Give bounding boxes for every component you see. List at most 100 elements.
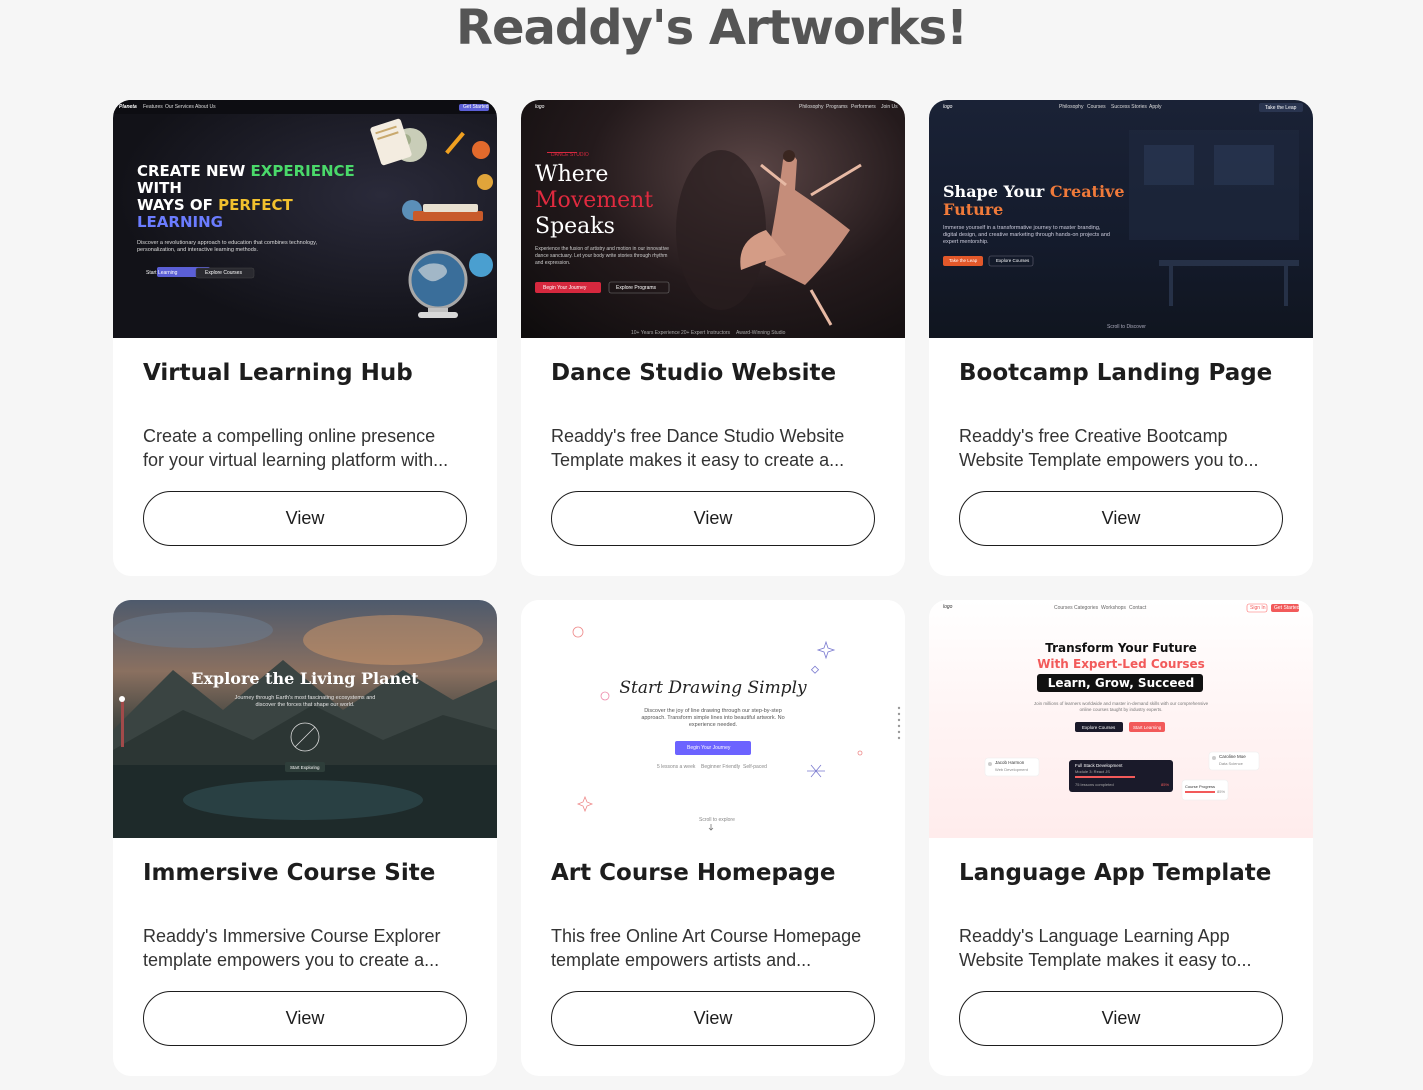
card-thumbnail[interactable]: Planeta Features Our Services About Us G… bbox=[113, 100, 497, 338]
card-description: Readdy's Language Learning App Website T… bbox=[959, 926, 1252, 970]
thumb-headline: Transform Your Future bbox=[1045, 641, 1197, 655]
thumb-card-role: Data Science bbox=[1219, 761, 1243, 766]
card-title: Art Course Homepage bbox=[551, 860, 836, 886]
thumb-headline: Start Drawing Simply bbox=[619, 678, 807, 698]
card-description: Readdy's Immersive Course Explorer templ… bbox=[143, 926, 441, 970]
thumb-btn-secondary: Explore Programs bbox=[616, 285, 657, 291]
thumb-headline: Shape Your Creative Future bbox=[943, 182, 1125, 219]
thumb-course-pct: 85% bbox=[1161, 782, 1170, 787]
thumb-btn-primary: Explore Courses bbox=[1082, 725, 1116, 730]
thumb-nav-item: Philosophy bbox=[799, 104, 824, 110]
artwork-card-bootcamp-landing-page: logo Philosophy Courses Success Stories … bbox=[929, 100, 1313, 576]
thumbnail-illustration bbox=[113, 612, 497, 838]
thumb-headline: CREATE NEW EXPERIENCE WITH WAYS OF PERFE… bbox=[137, 162, 355, 231]
page-title: Readdy's Artworks! bbox=[455, 0, 968, 56]
view-button[interactable]: View bbox=[551, 491, 875, 546]
thumb-nav-item: Contact bbox=[1129, 605, 1147, 611]
thumb-btn-primary: Take the Leap bbox=[949, 258, 978, 263]
thumb-nav-item: Programs bbox=[826, 104, 848, 110]
card-description: This free Online Art Course Homepage tem… bbox=[551, 926, 862, 970]
view-button[interactable]: View bbox=[551, 991, 875, 1046]
thumb-subtext: Journey through Earth's most fascinating… bbox=[234, 695, 376, 708]
thumb-btn-secondary: Explore Courses bbox=[205, 270, 242, 276]
card-title: Language App Template bbox=[959, 860, 1272, 886]
thumb-nav-item: Philosophy bbox=[1059, 104, 1084, 110]
view-button[interactable]: View bbox=[143, 991, 467, 1046]
thumb-course-sub: Module 3: React JS bbox=[1075, 769, 1110, 774]
thumb-nav-item: About Us bbox=[195, 104, 216, 110]
thumb-btn-secondary: Explore Courses bbox=[996, 258, 1030, 263]
artwork-card-virtual-learning-hub: Planeta Features Our Services About Us G… bbox=[113, 100, 497, 576]
thumb-cta: Get Started bbox=[1274, 605, 1300, 611]
thumb-stat: 10+ Years Experience bbox=[631, 330, 680, 336]
thumb-nav-item: Workshops bbox=[1101, 605, 1126, 611]
thumb-card-name: Jacob Harmon bbox=[995, 760, 1025, 765]
card-title: Bootcamp Landing Page bbox=[959, 360, 1273, 386]
thumb-card-role: Web Development bbox=[995, 767, 1028, 772]
thumb-kicker: DANCE STUDIO bbox=[551, 152, 589, 158]
thumb-feature: Beginner Friendly bbox=[701, 764, 741, 770]
card-thumbnail[interactable]: Explore the Living Planet Journey throug… bbox=[113, 600, 497, 838]
thumb-subtext: Discover the joy of line drawing through… bbox=[641, 708, 785, 728]
thumb-subtext: Join millions of learners worldwide and … bbox=[1033, 701, 1209, 712]
thumb-headline: Where Movement Speaks bbox=[535, 162, 654, 239]
thumb-subtext: Experience the fusion of artistry and mo… bbox=[535, 246, 669, 266]
thumb-logo: Planeta bbox=[119, 104, 137, 110]
artwork-grid: Planeta Features Our Services About Us G… bbox=[113, 100, 1313, 1076]
card-title: Virtual Learning Hub bbox=[143, 360, 413, 386]
thumb-logo: logo bbox=[943, 104, 953, 110]
thumb-btn: Start Exploring bbox=[290, 765, 320, 770]
thumb-headline-badge: Learn, Grow, Succeed bbox=[1047, 676, 1195, 690]
artwork-card-art-course-homepage: Start Drawing Simply Discover the joy of… bbox=[521, 600, 905, 1076]
thumb-scroll-hint: Scroll to Discover bbox=[1107, 324, 1146, 330]
thumb-subtext: Immerse yourself in a transformative jou… bbox=[943, 225, 1110, 245]
card-thumbnail[interactable]: logo Courses Categories Workshops Contac… bbox=[929, 600, 1313, 838]
thumb-nav-item: Features bbox=[143, 104, 163, 110]
thumb-btn-primary: Begin Your Journey bbox=[543, 285, 587, 291]
thumb-feature: 5 lessons a week bbox=[657, 764, 696, 770]
thumb-nav-item: Courses bbox=[1087, 104, 1106, 110]
thumb-nav-item: Courses bbox=[1054, 605, 1073, 611]
thumb-signin: Sign In bbox=[1250, 605, 1266, 611]
thumb-progress-label: Course Progress bbox=[1185, 784, 1216, 789]
card-title: Immersive Course Site bbox=[143, 860, 436, 886]
view-button[interactable]: View bbox=[959, 491, 1283, 546]
thumb-subtext: Discover a revolutionary approach to edu… bbox=[137, 240, 317, 253]
artwork-card-dance-studio-website: logo Philosophy Programs Performers Join… bbox=[521, 100, 905, 576]
thumb-logo: logo bbox=[943, 604, 953, 610]
artwork-card-immersive-course-site: Explore the Living Planet Journey throug… bbox=[113, 600, 497, 1076]
thumb-nav-item: Apply bbox=[1149, 104, 1162, 110]
thumb-btn-primary: Start Learning bbox=[146, 270, 178, 276]
thumb-btn-secondary: Start Learning bbox=[1133, 725, 1162, 730]
thumb-course-title: Full Stack Development bbox=[1075, 763, 1123, 768]
thumb-card-name: Caroline Moe bbox=[1219, 754, 1246, 759]
thumb-nav-item: Categories bbox=[1074, 605, 1099, 611]
thumb-btn: Begin Your Journey bbox=[687, 745, 731, 751]
thumb-cta: Take the Leap bbox=[1265, 105, 1297, 111]
thumb-nav-item: Success Stories bbox=[1111, 104, 1147, 110]
thumb-nav-item: Performers bbox=[851, 104, 876, 110]
thumb-nav-item: Our Services bbox=[165, 104, 194, 110]
card-description: Readdy's free Dance Studio Website Templ… bbox=[551, 426, 845, 470]
view-button[interactable]: View bbox=[143, 491, 467, 546]
card-title: Dance Studio Website bbox=[551, 360, 837, 386]
thumb-stat: 20+ Expert Instructors bbox=[681, 330, 731, 336]
thumb-cta: Get Started bbox=[463, 104, 489, 110]
thumbnail-illustration bbox=[984, 603, 1299, 801]
thumb-headline: Explore the Living Planet bbox=[191, 669, 419, 688]
thumb-stat: Award-Winning Studio bbox=[736, 330, 786, 336]
thumbnail-illustration bbox=[943, 103, 1303, 306]
thumb-headline-accent: With Expert-Led Courses bbox=[1037, 657, 1205, 671]
thumb-feature: Self-paced bbox=[743, 764, 767, 770]
card-description: Create a compelling online presence for … bbox=[143, 426, 449, 470]
view-button[interactable]: View bbox=[959, 991, 1283, 1046]
thumb-progress-pct: 85% bbox=[1217, 789, 1226, 794]
thumb-course-status: 75 lessons completed bbox=[1075, 782, 1114, 787]
thumb-logo: logo bbox=[535, 104, 545, 110]
card-thumbnail[interactable]: logo Philosophy Programs Performers Join… bbox=[521, 100, 905, 338]
card-thumbnail[interactable]: logo Philosophy Courses Success Stories … bbox=[929, 100, 1313, 338]
card-description: Readdy's free Creative Bootcamp Website … bbox=[959, 426, 1259, 470]
card-thumbnail[interactable]: Start Drawing Simply Discover the joy of… bbox=[521, 600, 905, 838]
artwork-card-language-app-template: logo Courses Categories Workshops Contac… bbox=[929, 600, 1313, 1076]
thumb-scroll-hint: Scroll to explore bbox=[699, 817, 735, 823]
